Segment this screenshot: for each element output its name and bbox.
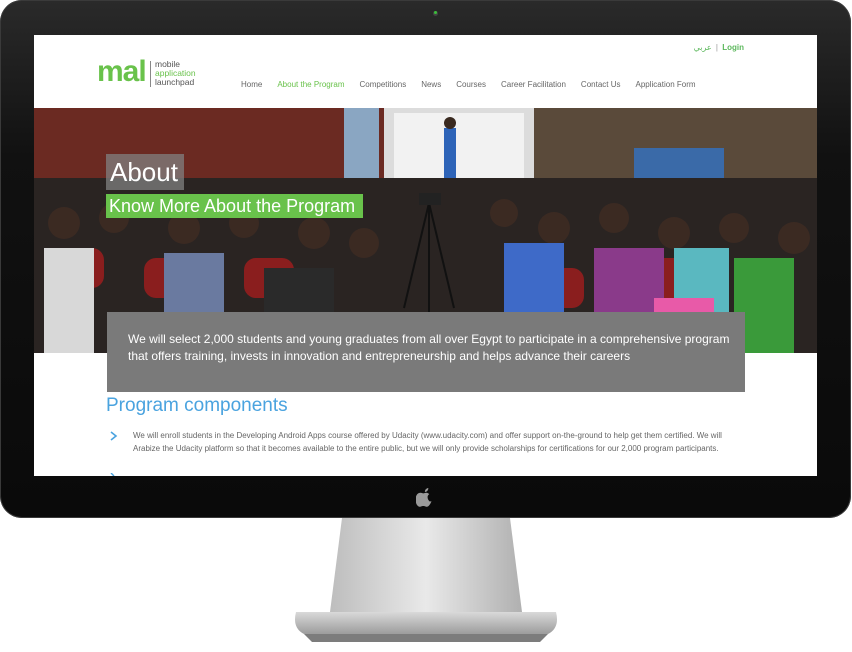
login-link[interactable]: Login bbox=[722, 43, 744, 52]
intro-text: We will select 2,000 students and young … bbox=[128, 332, 730, 363]
apple-icon bbox=[416, 488, 432, 507]
camera-led-icon bbox=[434, 11, 437, 14]
logo-divider bbox=[150, 61, 151, 87]
hero-subtitle: Know More About the Program bbox=[106, 194, 364, 218]
logo-wordmark: mal bbox=[97, 55, 147, 88]
intro-panel: We will select 2,000 students and young … bbox=[107, 312, 745, 392]
nav-item-news[interactable]: News bbox=[421, 80, 441, 89]
browser-screen: عربي | Login mal mobile application laun… bbox=[34, 35, 817, 476]
language-toggle-link[interactable]: عربي bbox=[694, 43, 712, 52]
hero-title: About bbox=[106, 154, 184, 190]
topbar-separator: | bbox=[715, 43, 718, 52]
nav-item-about-the-program[interactable]: About the Program bbox=[277, 80, 344, 89]
logo-tagline: mobile application launchpad bbox=[155, 60, 196, 87]
chevron-right-icon bbox=[110, 431, 118, 441]
main-nav: Home About the Program Competitions News… bbox=[241, 80, 711, 89]
logo-line-launchpad: launchpad bbox=[155, 77, 195, 87]
nav-item-home[interactable]: Home bbox=[241, 80, 262, 89]
topbar-links: عربي | Login bbox=[694, 43, 744, 52]
program-components-heading: Program components bbox=[106, 395, 288, 416]
nav-item-courses[interactable]: Courses bbox=[456, 80, 486, 89]
nav-item-application-form[interactable]: Application Form bbox=[636, 80, 696, 89]
nav-item-career-facilitation[interactable]: Career Facilitation bbox=[501, 80, 566, 89]
nav-item-contact-us[interactable]: Contact Us bbox=[581, 80, 621, 89]
nav-item-competitions[interactable]: Competitions bbox=[360, 80, 407, 89]
chevron-right-icon bbox=[110, 473, 115, 476]
component-text: We will enroll students in the Developin… bbox=[133, 431, 722, 453]
